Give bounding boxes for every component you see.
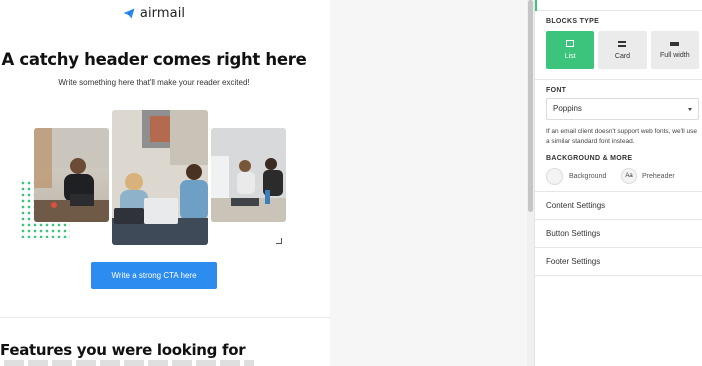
brand-logo: airmail xyxy=(0,6,308,21)
email-canvas: airmail A catchy header comes right here… xyxy=(0,0,330,366)
panel-divider xyxy=(535,79,702,80)
card-icon xyxy=(618,40,627,47)
block-type-full-width[interactable]: Full width xyxy=(650,31,699,69)
block-type-list[interactable]: List xyxy=(546,31,595,69)
font-label: FONT xyxy=(546,87,567,94)
email-subline[interactable]: Write something here that'll make your r… xyxy=(0,78,308,87)
block-type-list-label: List xyxy=(564,53,576,60)
blocks-type-selector: List Card Full width xyxy=(546,31,699,69)
list-icon xyxy=(566,40,575,47)
team-photo-center[interactable] xyxy=(112,110,208,245)
settings-panel: BLOCKS TYPE List Card Full width FONT Po… xyxy=(534,0,702,366)
block-type-card-label: Card xyxy=(614,52,631,60)
resize-handle-icon[interactable] xyxy=(276,238,282,244)
team-photo-left[interactable] xyxy=(34,128,109,222)
preheader-text-icon[interactable]: Aa xyxy=(621,168,637,184)
image-collage[interactable] xyxy=(20,110,290,250)
full-width-icon xyxy=(670,41,680,46)
font-select[interactable]: Poppins xyxy=(546,98,699,120)
workspace-scrollbar[interactable] xyxy=(527,0,534,366)
background-color-swatch[interactable] xyxy=(546,167,563,185)
preheader-option-label[interactable]: Preheader xyxy=(642,173,675,180)
font-fallback-note: If an email client doesn't support web f… xyxy=(546,128,697,145)
blocks-type-label: BLOCKS TYPE xyxy=(546,18,600,25)
button-settings-row[interactable]: Button Settings xyxy=(535,220,702,248)
background-options-row: Background Aa Preheader xyxy=(546,166,696,186)
block-type-full-width-label: Full width xyxy=(660,51,690,59)
features-heading[interactable]: Features you were looking for xyxy=(0,341,246,359)
logo-text: airmail xyxy=(139,6,186,21)
panel-top-tab[interactable] xyxy=(535,0,702,11)
paper-plane-icon xyxy=(123,8,135,19)
active-tab-indicator xyxy=(535,0,537,11)
team-photo-right[interactable] xyxy=(211,128,286,222)
editor-workspace xyxy=(330,0,527,366)
footer-settings-row[interactable]: Footer Settings xyxy=(535,248,702,276)
background-option-label[interactable]: Background xyxy=(569,173,621,180)
features-subtext xyxy=(4,360,254,366)
section-divider xyxy=(0,317,330,318)
background-more-label: BACKGROUND & MORE xyxy=(546,155,633,162)
font-select-value: Poppins xyxy=(553,104,582,113)
chevron-down-icon xyxy=(688,108,692,111)
cta-button[interactable]: Write a strong CTA here xyxy=(91,262,217,289)
email-headline[interactable]: A catchy header comes right here xyxy=(0,50,308,69)
content-settings-row[interactable]: Content Settings xyxy=(535,192,702,220)
block-type-card[interactable]: Card xyxy=(598,31,647,69)
scrollbar-thumb[interactable] xyxy=(528,0,533,212)
